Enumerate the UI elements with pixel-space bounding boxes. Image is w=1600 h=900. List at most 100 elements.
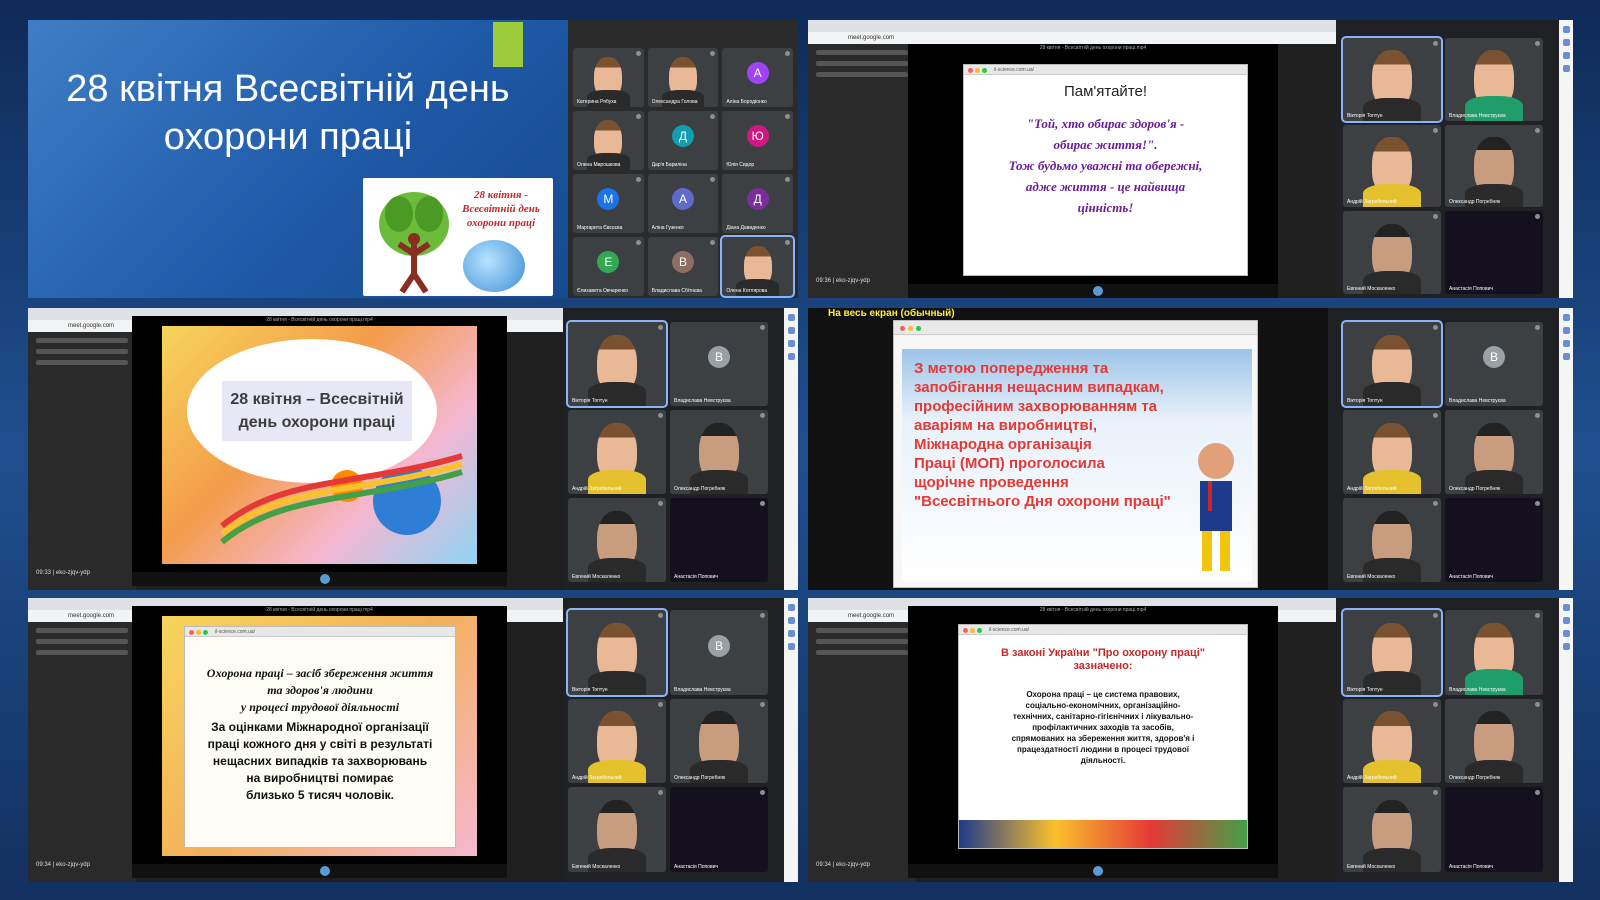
video-player[interactable]: 28 квітня - Всесвітній день охорони прац…: [132, 316, 507, 586]
browser-tabs[interactable]: [808, 20, 1336, 32]
meet-right-rail: [1559, 598, 1573, 882]
participant-tile[interactable]: Андрій Загребельний: [568, 698, 666, 784]
participant-tile[interactable]: Анастасія Попович: [1445, 787, 1543, 872]
participant-tile[interactable]: Андрій Загребельний: [1343, 124, 1441, 208]
mic-off-icon: [1433, 325, 1438, 330]
participant-avatar: В: [671, 250, 694, 273]
meet-panel-screenshare-remember: meet.google.com 09:36 | eko-zjqv-ydp 28 …: [808, 20, 1573, 298]
participant-tile[interactable]: Е Єлизавета Овчаренко: [573, 237, 644, 296]
participant-name: Владислава Невструєва: [674, 686, 731, 693]
mic-off-icon: [760, 701, 765, 707]
participant-tile[interactable]: Олександр Погребняк: [1445, 698, 1543, 784]
participant-tile[interactable]: Олександр Погребняк: [670, 698, 768, 784]
meeting-time: 09:34 | eko-zjqv-ydp: [36, 862, 90, 868]
participant-tile[interactable]: Анастасія Попович: [670, 498, 768, 582]
participant-tile[interactable]: Владислава Невструєва: [1445, 610, 1543, 695]
participant-name: Вікторія Топтун: [1347, 398, 1383, 404]
meet-sidebar: 09:33 | eko-zjqv-ydp: [28, 332, 136, 590]
mic-off-icon: [1535, 41, 1540, 46]
participant-tile[interactable]: А Аліна Гузенко: [647, 174, 719, 233]
participant-tile[interactable]: В Владислава Сбітнєва: [647, 237, 719, 296]
participant-avatar: Д: [671, 124, 694, 147]
participant-name: Аліна Гузенко: [651, 225, 684, 231]
mic-off-icon: [1535, 214, 1540, 220]
participant-name: Катерина Рябуха: [577, 99, 617, 105]
participant-tile[interactable]: Вікторія Топтун: [1341, 36, 1443, 123]
participant-name: Вікторія Топтун: [1347, 112, 1383, 119]
participant-tile[interactable]: Евгений Москаленко: [568, 787, 666, 872]
browser-address-bar[interactable]: meet.google.com: [808, 32, 1336, 44]
meeting-time: 09:33 | eko-zjqv-ydp: [36, 570, 90, 576]
video-player[interactable]: 28 квітня - Всесвітній день охорони прац…: [908, 606, 1278, 878]
participant-tile[interactable]: Вікторія Топтун: [566, 608, 668, 697]
slide-quote: "Той, хто обирає здоров'я - обирає життя…: [1008, 116, 1203, 215]
presentation-slide: 28 квітня Всесвітній день охорони праці …: [28, 20, 568, 298]
participant-tile[interactable]: Олена Мирошкова: [573, 111, 644, 170]
participant-name: Владислава Сбітнєва: [651, 288, 702, 294]
player-controls[interactable]: [908, 284, 1278, 298]
participant-tile[interactable]: Евгений Москаленко: [1343, 211, 1441, 294]
participant-name: Евгений Москаленко: [572, 574, 621, 580]
participant-tile[interactable]: Евгений Москаленко: [1343, 787, 1441, 872]
participant-tile[interactable]: Вікторія Топтун: [566, 320, 668, 408]
participant-grid: Вікторія Топтун Владислава Невструєва Андр…: [1341, 36, 1543, 294]
video-player[interactable]: 28 квітня - Всесвітній день охорони прац…: [132, 606, 507, 878]
play-icon[interactable]: [319, 574, 330, 584]
participant-tile[interactable]: Анастасія Попович: [1445, 211, 1543, 294]
participant-tile[interactable]: Евгений Москаленко: [568, 498, 666, 582]
participant-tile[interactable]: Андрій Загребельний: [1343, 698, 1441, 784]
shared-screen: meet.google.com 09:36 | eko-zjqv-ydp 28 …: [808, 20, 1336, 298]
slide-body: Охорона праці – це система правових, соц…: [1011, 690, 1195, 765]
participant-name: Евгений Москаленко: [572, 863, 621, 870]
player-controls[interactable]: [132, 572, 507, 586]
participant-tile[interactable]: Олександр Погребняк: [1445, 124, 1543, 208]
player-controls[interactable]: [908, 864, 1278, 878]
participant-tile[interactable]: В Владислава Невструєва: [1445, 322, 1543, 406]
participant-tile[interactable]: Катерина Рябуха: [573, 48, 644, 107]
mic-off-icon: [784, 114, 790, 119]
participant-tile[interactable]: Вікторія Топтун: [1341, 608, 1443, 697]
participant-tile[interactable]: Олександр Погребняк: [670, 410, 768, 494]
slide-body: З метою попередження та запобігання неща…: [914, 360, 1171, 510]
participant-tile[interactable]: Олександр Погребняк: [1445, 410, 1543, 494]
participant-name: Олександр Погребняк: [674, 775, 726, 782]
participant-name: Олена Мирошкова: [577, 162, 621, 168]
participant-tile[interactable]: Андрій Загребельний: [1343, 410, 1441, 494]
mic-off-icon: [1535, 127, 1540, 133]
player-controls[interactable]: [132, 864, 507, 878]
play-icon[interactable]: [319, 866, 330, 876]
shared-screen: На весь екран (обычный) З метою попередж…: [808, 308, 1328, 590]
participant-tile[interactable]: Владислава Невструєва: [1445, 38, 1543, 121]
play-icon[interactable]: [1093, 286, 1103, 296]
mic-off-icon: [1535, 701, 1540, 707]
participant-name: Анастасія Попович: [674, 863, 719, 870]
participant-tile[interactable]: Анастасія Попович: [1445, 498, 1543, 582]
slide-window: il-science.com.ua/ В законі України "Про…: [958, 624, 1248, 849]
participant-tile[interactable]: В Владислава Невструєва: [670, 322, 768, 406]
video-player[interactable]: 28 квітня - Всесвітній день охорони прац…: [908, 44, 1278, 298]
participant-name: Анастасія Попович: [674, 574, 719, 580]
participant-tile[interactable]: Анастасія Попович: [670, 787, 768, 872]
participant-tile[interactable]: Д Діана Давиденко: [722, 174, 793, 233]
participant-tile[interactable]: Евгений Москаленко: [1343, 498, 1441, 582]
play-icon[interactable]: [1093, 866, 1103, 876]
participant-tile[interactable]: Д Дар'я Бариліна: [647, 111, 719, 170]
participant-tile[interactable]: Олена Котлярова: [720, 235, 795, 298]
participant-tile[interactable]: В Владислава Невструєва: [670, 610, 768, 695]
shared-screen: meet.google.com 09:34 | eko-zjqv-ydp 28 …: [28, 598, 563, 882]
slide-window: il-science.com.ua/ Охорона праці – засіб…: [184, 626, 456, 848]
participant-tile[interactable]: М Маргарита Євсєєва: [573, 174, 644, 233]
mic-off-icon: [1433, 214, 1438, 220]
participant-tile[interactable]: Андрій Загребельний: [568, 410, 666, 494]
meet-panel-fullscreen: На весь екран (обычный) З метою попередж…: [808, 308, 1573, 590]
participant-name: Олександр Погребняк: [1449, 199, 1501, 206]
participant-name: Юлія Сидор: [726, 162, 755, 168]
meeting-time: 09:34 | eko-zjqv-ydp: [816, 862, 870, 868]
participant-tile[interactable]: Олександра Голова: [647, 48, 719, 107]
mic-off-icon: [658, 790, 663, 796]
slide-decoration: [187, 339, 463, 545]
participant-tile[interactable]: Ю Юлія Сидор: [722, 111, 793, 170]
participant-tile[interactable]: А Аліна Бородіонко: [722, 48, 793, 107]
participant-tile[interactable]: Вікторія Топтун: [1341, 320, 1443, 408]
participant-name: Владислава Невструєва: [1449, 686, 1506, 693]
